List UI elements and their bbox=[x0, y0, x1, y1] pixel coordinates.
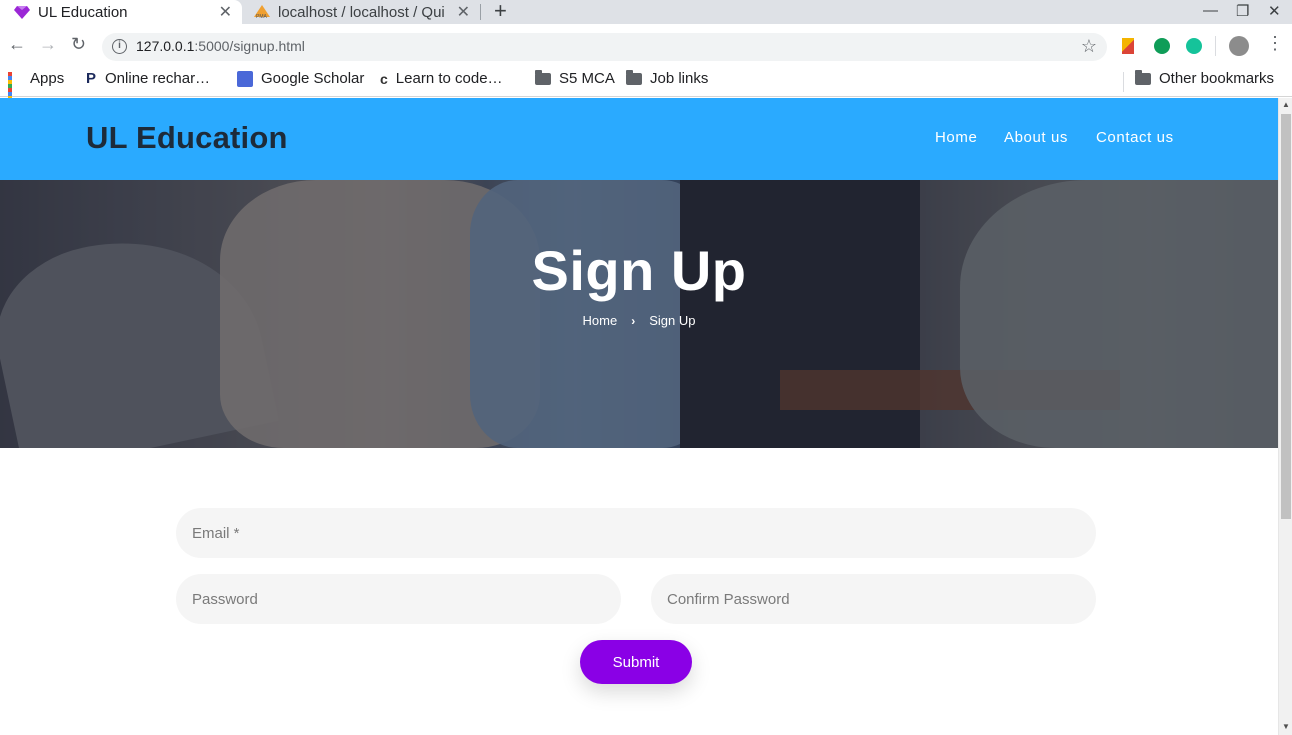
back-icon[interactable]: ← bbox=[8, 34, 26, 55]
page-scrollbar[interactable]: ▲ ▼ bbox=[1278, 98, 1292, 735]
bookmark-job-links[interactable]: Job links bbox=[626, 69, 709, 87]
nav-contact-us[interactable]: Contact us bbox=[1096, 129, 1174, 146]
bookmark-label: Apps bbox=[30, 70, 65, 87]
breadcrumb-current: Sign Up bbox=[649, 313, 696, 329]
bookmark-label: Learn to code… bbox=[395, 70, 503, 87]
tab-ul-education[interactable]: UL Education ✕ bbox=[0, 0, 242, 24]
page-viewport: UL Education Home About us Contact us Si… bbox=[0, 98, 1278, 735]
tab-strip: UL Education ✕ PMA localhost / localhost… bbox=[0, 0, 1292, 24]
password-field[interactable] bbox=[176, 574, 621, 624]
browser-toolbar: ← → ↻ i 127.0.0.1:5000/signup.html ☆ ⋮ bbox=[0, 24, 1292, 66]
nav-home[interactable]: Home bbox=[935, 129, 977, 146]
apps-icon bbox=[8, 71, 22, 108]
folder-icon bbox=[535, 69, 551, 85]
close-icon[interactable]: ✕ bbox=[219, 2, 232, 22]
bookmark-label: Job links bbox=[650, 70, 709, 87]
bookmarks-bar: Apps P Online rechar… Google Scholar c L… bbox=[0, 66, 1292, 108]
forward-icon[interactable]: → bbox=[39, 34, 57, 55]
toolbar-divider bbox=[1215, 36, 1216, 56]
url-host: 127.0.0.1 bbox=[136, 38, 195, 54]
url-path: :5000/signup.html bbox=[194, 38, 305, 54]
restore-icon[interactable]: ❐ bbox=[1236, 2, 1249, 20]
folder-icon bbox=[1135, 69, 1151, 85]
grammarly-icon[interactable] bbox=[1186, 38, 1202, 54]
close-icon[interactable]: ✕ bbox=[457, 2, 470, 22]
hero-banner: Sign Up Home › Sign Up bbox=[0, 180, 1278, 448]
folder-icon bbox=[626, 69, 642, 85]
bookmark-star-icon[interactable]: ☆ bbox=[1081, 36, 1097, 57]
site-header: UL Education Home About us Contact us bbox=[0, 98, 1278, 180]
reload-icon[interactable]: ↻ bbox=[71, 34, 86, 55]
tab-title: localhost / localhost / Qui bbox=[278, 3, 445, 21]
address-bar[interactable]: i 127.0.0.1:5000/signup.html ☆ bbox=[102, 33, 1107, 61]
submit-button[interactable]: Submit bbox=[580, 640, 692, 684]
page-title: Sign Up bbox=[531, 239, 747, 302]
confirm-password-field[interactable] bbox=[651, 574, 1096, 624]
new-tab-icon[interactable]: + bbox=[494, 0, 507, 22]
info-icon[interactable]: i bbox=[112, 39, 127, 54]
bookmark-label: Google Scholar bbox=[261, 70, 365, 87]
code-icon: c bbox=[380, 70, 388, 87]
scholar-icon bbox=[237, 70, 253, 87]
bookmark-other[interactable]: Other bookmarks bbox=[1135, 69, 1275, 87]
tab-title: UL Education bbox=[38, 3, 128, 21]
nav-about-us[interactable]: About us bbox=[1004, 129, 1068, 146]
bookmark-label: S5 MCA bbox=[559, 70, 615, 87]
bookmark-apps[interactable]: Apps bbox=[8, 70, 65, 108]
chevron-right-icon: › bbox=[631, 313, 636, 328]
url-text[interactable]: 127.0.0.1:5000/signup.html bbox=[136, 38, 305, 54]
bookmarks-divider bbox=[1123, 72, 1124, 92]
bookmark-online-recharge[interactable]: P Online rechar… bbox=[86, 70, 210, 87]
avatar[interactable] bbox=[1229, 36, 1249, 56]
bookmark-google-scholar[interactable]: Google Scholar bbox=[237, 70, 364, 87]
scrollbar-thumb[interactable] bbox=[1281, 114, 1291, 519]
email-field[interactable] bbox=[176, 508, 1096, 558]
minimize-icon[interactable]: — bbox=[1203, 2, 1218, 19]
window-close-icon[interactable]: ✕ bbox=[1268, 2, 1281, 20]
tab-divider bbox=[480, 4, 481, 20]
tab-localhost[interactable]: PMA localhost / localhost / Qui ✕ bbox=[246, 0, 480, 24]
breadcrumb-home[interactable]: Home bbox=[583, 313, 618, 328]
bookmark-s5-mca[interactable]: S5 MCA bbox=[535, 69, 615, 87]
phpmyadmin-icon: PMA bbox=[254, 5, 270, 19]
bookmark-label: Online rechar… bbox=[105, 70, 211, 87]
svg-text:PMA: PMA bbox=[256, 14, 268, 19]
bookmark-label: Other bookmarks bbox=[1159, 70, 1275, 87]
scroll-up-icon[interactable]: ▲ bbox=[1282, 100, 1290, 109]
gem-icon bbox=[14, 6, 30, 19]
extension-icon[interactable] bbox=[1122, 38, 1134, 54]
scroll-down-icon[interactable]: ▼ bbox=[1282, 722, 1290, 731]
breadcrumb: Home › Sign Up bbox=[0, 312, 1278, 328]
menu-dots-icon[interactable]: ⋮ bbox=[1266, 33, 1284, 54]
site-logo[interactable]: UL Education bbox=[86, 120, 288, 156]
extension-icon[interactable] bbox=[1154, 38, 1170, 54]
bookmark-learn-to-code[interactable]: c Learn to code… bbox=[380, 70, 503, 87]
paytm-icon: P bbox=[86, 70, 97, 87]
